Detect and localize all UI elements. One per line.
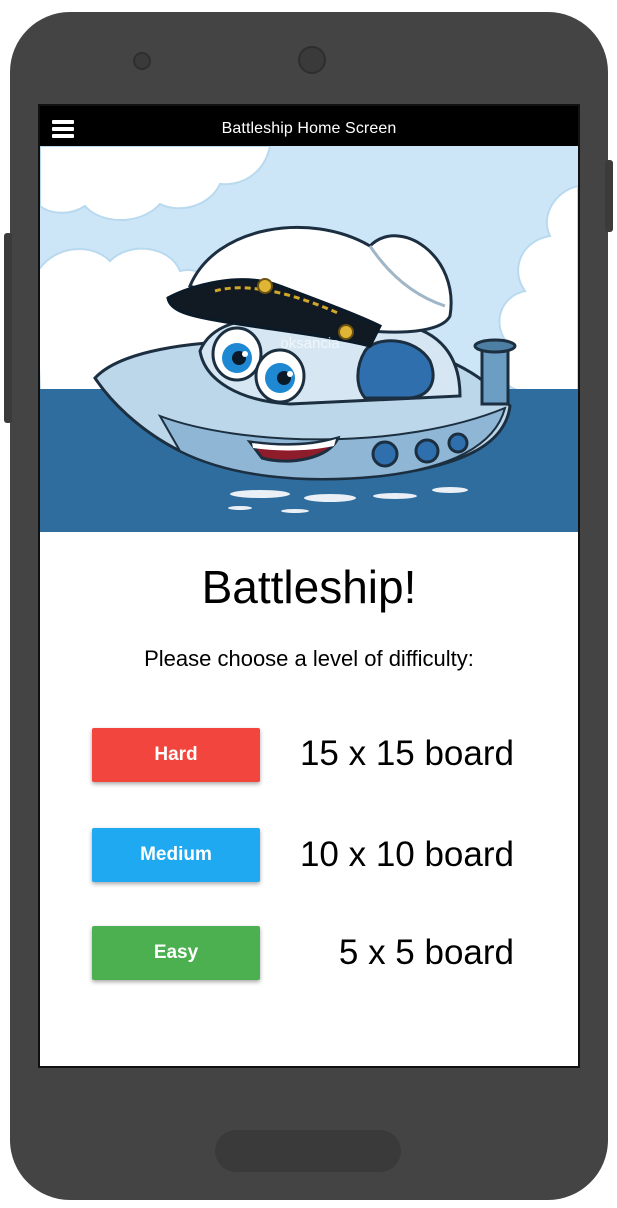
image-watermark: oksancia xyxy=(280,335,340,352)
hard-board-size-label: 15 x 15 board xyxy=(299,734,514,773)
battleship-cartoon-image: oksancia xyxy=(40,146,578,532)
power-button xyxy=(605,160,613,232)
bottom-speaker xyxy=(215,1130,401,1172)
hard-button[interactable]: Hard xyxy=(92,728,260,782)
app-bar-title: Battleship Home Screen xyxy=(221,120,397,137)
front-camera xyxy=(298,46,326,74)
volume-button xyxy=(4,233,12,423)
medium-button[interactable]: Medium xyxy=(92,828,260,882)
page-title: Battleship! xyxy=(201,561,417,613)
app-screen: Battleship Home Screen oksancia Battlesh… xyxy=(38,104,580,1068)
easy-button[interactable]: Easy xyxy=(92,926,260,980)
medium-board-size-label: 10 x 10 board xyxy=(299,835,514,874)
difficulty-prompt: Please choose a level of difficulty: xyxy=(144,646,474,671)
app-bar: Battleship Home Screen xyxy=(40,106,578,146)
proximity-sensor xyxy=(133,52,151,70)
easy-board-size-label: 5 x 5 board xyxy=(338,933,514,972)
